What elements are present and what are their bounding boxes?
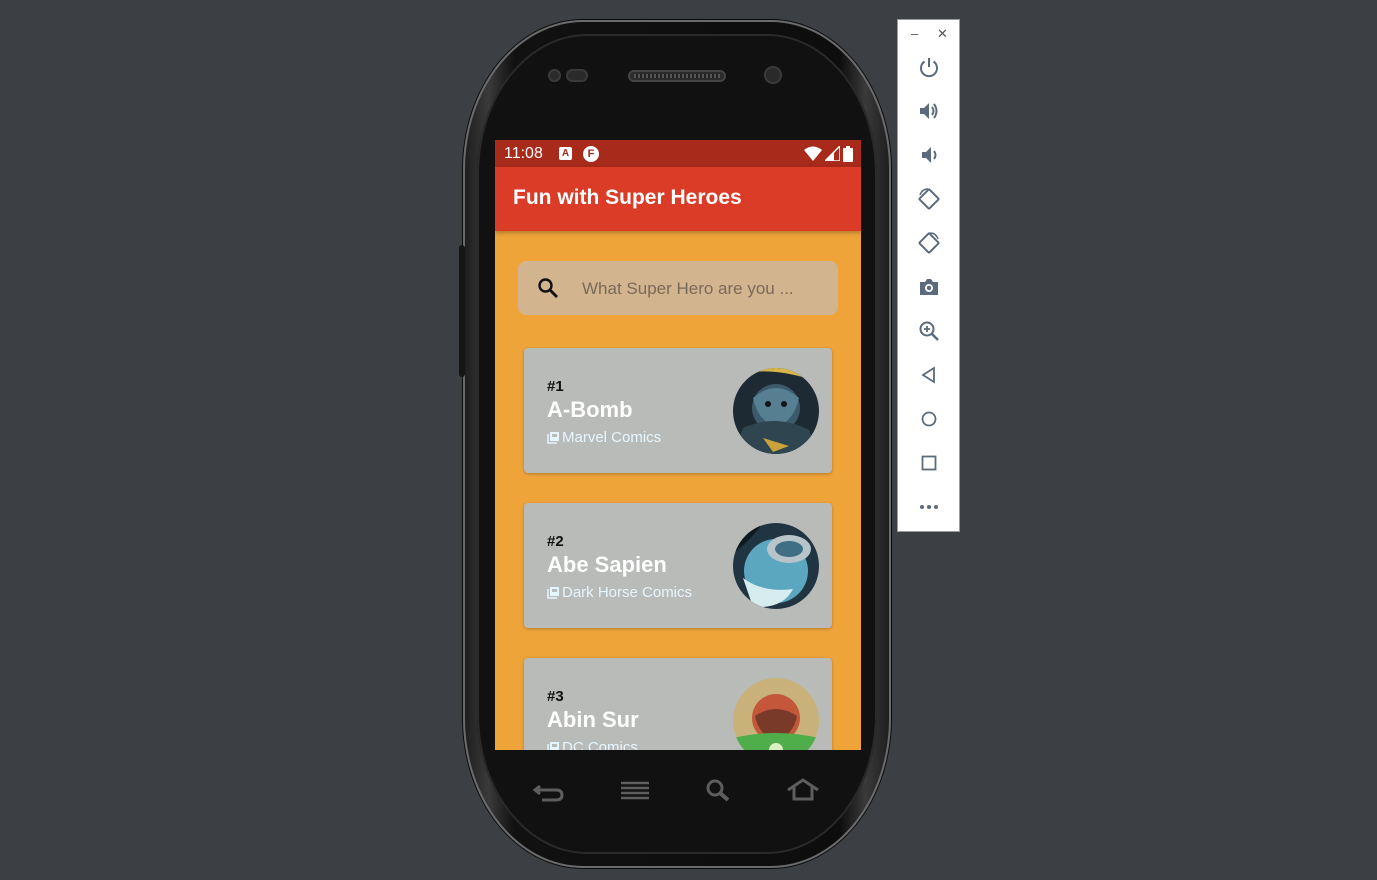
back-icon[interactable] (917, 363, 941, 387)
book-icon (547, 586, 559, 599)
a-notification-icon: A (559, 147, 572, 160)
rotate-left-icon[interactable] (917, 187, 941, 211)
minimize-icon[interactable]: – (911, 26, 918, 41)
hero-avatar (733, 368, 819, 454)
app-title: Fun with Super Heroes (513, 186, 742, 209)
hero-card-abin-sur[interactable]: #3 Abin Sur DC Comics (524, 658, 832, 750)
hero-rank: #3 (547, 688, 564, 705)
hero-name: Abin Sur (547, 707, 639, 732)
front-camera (764, 66, 782, 84)
hero-publisher-row: Dark Horse Comics (547, 584, 692, 601)
hero-name: Abe Sapien (547, 552, 667, 577)
hero-avatar (733, 523, 819, 609)
emulator-toolbar: – ✕ (897, 19, 960, 532)
hardware-search-icon[interactable] (701, 776, 735, 804)
hero-publisher-row: DC Comics (547, 739, 638, 750)
wifi-icon (804, 146, 822, 161)
volume-down-icon[interactable] (917, 143, 941, 167)
hero-card-abe-sapien[interactable]: #2 Abe Sapien Dark Horse Comics (524, 503, 832, 628)
power-icon[interactable] (917, 55, 941, 79)
hero-name: A-Bomb (547, 397, 633, 422)
search-input[interactable] (580, 275, 824, 303)
battery-icon (843, 145, 853, 162)
home-icon[interactable] (917, 407, 941, 431)
hero-avatar (733, 678, 819, 750)
front-sensor (548, 69, 561, 82)
phone-earpiece (628, 70, 726, 82)
front-sensor-2 (566, 69, 588, 82)
zoom-icon[interactable] (917, 319, 941, 343)
volume-up-icon[interactable] (917, 99, 941, 123)
book-icon (547, 741, 559, 750)
hardware-home-icon[interactable] (786, 776, 820, 804)
status-time: 11:08 (504, 145, 543, 162)
signal-icon (825, 146, 840, 161)
hardware-menu-icon[interactable] (618, 776, 652, 804)
search-icon (538, 278, 558, 298)
phone-side-button[interactable] (459, 245, 465, 377)
rotate-right-icon[interactable] (917, 231, 941, 255)
app-bar: Fun with Super Heroes (495, 167, 861, 231)
hero-publisher-row: Marvel Comics (547, 429, 661, 446)
overview-icon[interactable] (917, 451, 941, 475)
search-bar[interactable] (518, 261, 838, 315)
hardware-back-icon[interactable] (532, 776, 566, 804)
more-icon[interactable] (917, 495, 941, 519)
phone-screen: 11:08 A F Fun with Super Heroes #1 A-Bom… (495, 140, 861, 750)
status-right-icons (804, 145, 853, 162)
camera-icon[interactable] (917, 275, 941, 299)
hero-publisher: DC Comics (562, 739, 638, 750)
f-notification-icon: F (583, 146, 599, 162)
hero-card-a-bomb[interactable]: #1 A-Bomb Marvel Comics (524, 348, 832, 473)
hero-rank: #1 (547, 378, 564, 395)
close-icon[interactable]: ✕ (937, 26, 948, 42)
hero-publisher: Dark Horse Comics (562, 584, 693, 601)
hero-publisher: Marvel Comics (562, 429, 662, 446)
book-icon (547, 431, 559, 444)
hero-rank: #2 (547, 533, 564, 550)
status-bar: 11:08 A F (495, 140, 861, 167)
